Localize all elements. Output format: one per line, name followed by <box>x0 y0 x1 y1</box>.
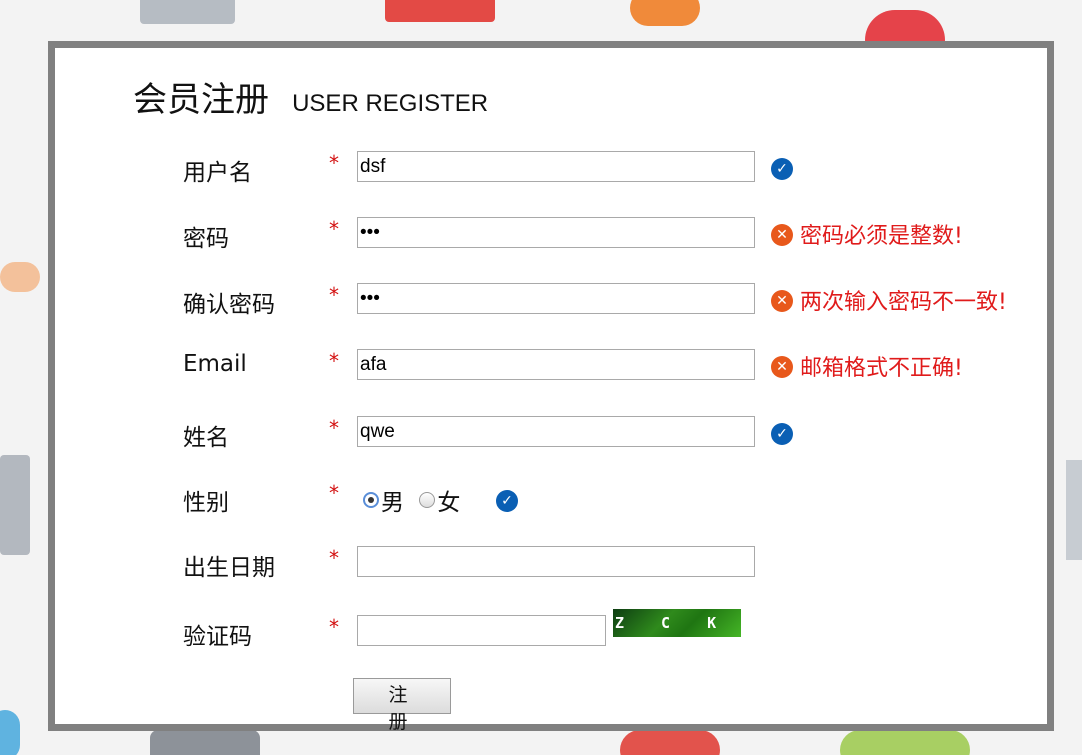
background-decor-left-orange <box>0 262 40 292</box>
gender-radio-group: 男 女 <box>363 483 468 517</box>
captcha-row: 验证码 * Z C K X <box>55 609 1045 651</box>
background-decor-bottom-red <box>620 730 720 755</box>
background-decor-gray-block <box>140 0 235 24</box>
birthdate-label: 出生日期 <box>183 555 275 581</box>
register-button[interactable]: 注 册 <box>353 678 451 733</box>
x-circle-icon: ✕ <box>771 224 793 246</box>
email-row: Email * ✕ 邮箱格式不正确! <box>55 349 1045 385</box>
confirm-password-error-message: 两次输入密码不一致! <box>800 290 1007 315</box>
gender-male-label[interactable]: 男 <box>381 490 404 516</box>
background-decor-carrot <box>630 0 700 26</box>
password-row: 密码 * ✕ 密码必须是整数! <box>55 217 1045 253</box>
captcha-input[interactable] <box>357 615 606 646</box>
username-row: 用户名 * ✓ <box>55 151 1045 187</box>
confirm-password-label: 确认密码 <box>183 292 275 318</box>
title-chinese: 会员注册 <box>133 80 269 120</box>
title-english: USER REGISTER <box>292 90 489 117</box>
background-decor-bottom-green <box>840 730 970 755</box>
background-decor-red-box <box>385 0 495 22</box>
name-label: 姓名 <box>183 425 229 451</box>
username-input[interactable] <box>357 151 755 182</box>
gender-label: 性别 <box>183 490 229 516</box>
x-circle-icon: ✕ <box>771 356 793 378</box>
check-circle-icon: ✓ <box>496 490 518 512</box>
x-circle-icon: ✕ <box>771 290 793 312</box>
required-mark: * <box>329 546 339 570</box>
gender-row: 性别 * 男 女 ✓ <box>55 481 1045 517</box>
required-mark: * <box>329 615 339 639</box>
username-label: 用户名 <box>183 160 252 186</box>
check-circle-icon: ✓ <box>771 423 793 445</box>
email-label: Email <box>183 351 247 377</box>
required-mark: * <box>329 416 339 440</box>
gender-female-label[interactable]: 女 <box>437 490 460 516</box>
birthdate-input[interactable] <box>357 546 755 577</box>
background-decor-left-blue <box>0 710 20 755</box>
page-title: 会员注册 USER REGISTER <box>133 72 488 121</box>
captcha-label: 验证码 <box>183 624 252 650</box>
password-input[interactable] <box>357 217 755 248</box>
background-decor-left-gray <box>0 455 30 555</box>
required-mark: * <box>329 151 339 175</box>
required-mark: * <box>329 283 339 307</box>
register-panel: 会员注册 USER REGISTER 用户名 * ✓ 密码 * ✕ 密码必须是整… <box>48 41 1054 733</box>
required-mark: * <box>329 349 339 373</box>
confirm-password-row: 确认密码 * ✕ 两次输入密码不一致! <box>55 283 1045 319</box>
required-mark: * <box>329 481 339 505</box>
confirm-password-input[interactable] <box>357 283 755 314</box>
name-row: 姓名 * ✓ <box>55 416 1045 452</box>
gender-male-radio[interactable] <box>363 492 379 508</box>
background-decor-right-gray <box>1066 460 1082 560</box>
background-decor-bottom-gray <box>150 730 260 755</box>
name-input[interactable] <box>357 416 755 447</box>
password-label: 密码 <box>183 226 229 252</box>
password-error-message: 密码必须是整数! <box>800 224 963 249</box>
email-input[interactable] <box>357 349 755 380</box>
required-mark: * <box>329 217 339 241</box>
check-circle-icon: ✓ <box>771 158 793 180</box>
email-error-message: 邮箱格式不正确! <box>800 356 963 381</box>
gender-female-radio[interactable] <box>419 492 436 508</box>
birthdate-row: 出生日期 * <box>55 546 1045 582</box>
captcha-image[interactable]: Z C K X <box>613 609 741 637</box>
